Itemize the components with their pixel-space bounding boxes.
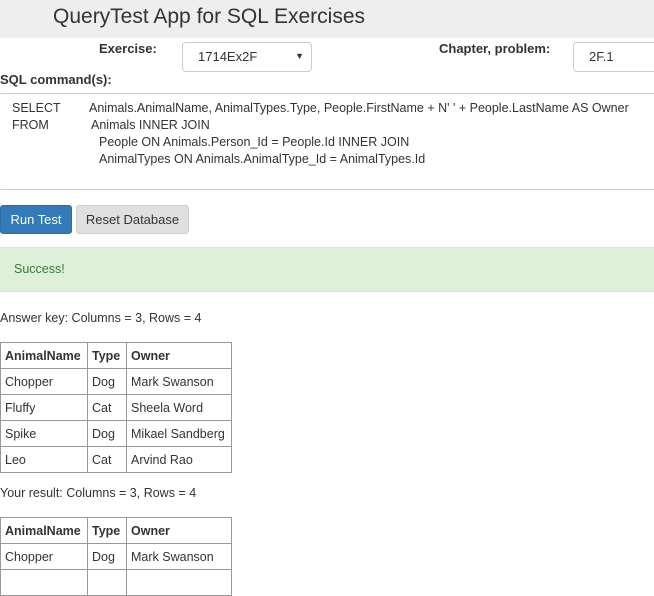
- table-cell: Spike: [0, 420, 88, 447]
- sql-line-join-people: People ON Animals.Person_Id = People.Id …: [99, 135, 410, 149]
- table-row: Leo Cat Arvind Rao: [0, 446, 232, 473]
- column-header: Type: [87, 342, 127, 369]
- table-cell: [87, 569, 127, 596]
- success-alert-text: Success!: [14, 262, 65, 276]
- table-cell: Mikael Sandberg: [126, 420, 232, 447]
- answer-key-table: AnimalName Type Owner Chopper Dog Mark S…: [0, 342, 232, 473]
- table-cell: Arvind Rao: [126, 446, 232, 473]
- chapter-problem-input[interactable]: 2F.1: [573, 42, 654, 72]
- exercise-select[interactable]: 1714Ex2F ▼: [182, 42, 312, 72]
- table-header-row: AnimalName Type Owner: [0, 517, 232, 544]
- table-cell: Dog: [87, 368, 127, 395]
- sql-command-textarea[interactable]: SELECT Animals.AnimalName, AnimalTypes.T…: [0, 93, 654, 190]
- sql-line-select: Animals.AnimalName, AnimalTypes.Type, Pe…: [89, 101, 629, 115]
- table-cell: Dog: [87, 420, 127, 447]
- table-row: Fluffy Cat Sheela Word: [0, 394, 232, 421]
- table-cell: Leo: [0, 446, 88, 473]
- your-result-summary: Your result: Columns = 3, Rows = 4: [0, 486, 197, 500]
- chevron-down-icon: ▼: [295, 51, 304, 61]
- app-title: QueryTest App for SQL Exercises: [53, 5, 366, 28]
- table-row: [0, 569, 232, 596]
- table-row: Spike Dog Mikael Sandberg: [0, 420, 232, 447]
- success-alert: Success!: [0, 247, 654, 292]
- sql-keyword-select: SELECT: [12, 101, 61, 115]
- exercise-select-value: 1714Ex2F: [198, 49, 258, 64]
- reset-database-button[interactable]: Reset Database: [76, 205, 189, 234]
- column-header: Owner: [126, 342, 232, 369]
- table-cell: [0, 569, 88, 596]
- table-row: Chopper Dog Mark Swanson: [0, 543, 232, 570]
- sql-line-from: Animals INNER JOIN: [91, 118, 210, 132]
- chapter-problem-value: 2F.1: [589, 49, 614, 64]
- run-test-button[interactable]: Run Test: [0, 205, 72, 234]
- column-header: AnimalName: [0, 342, 88, 369]
- app-header: QueryTest App for SQL Exercises: [0, 0, 654, 38]
- table-cell: [126, 569, 232, 596]
- table-cell: Cat: [87, 394, 127, 421]
- column-header: Owner: [126, 517, 232, 544]
- sql-commands-label: SQL command(s):: [0, 72, 112, 87]
- your-result-table: AnimalName Type Owner Chopper Dog Mark S…: [0, 517, 232, 596]
- table-cell: Mark Swanson: [126, 543, 232, 570]
- chapter-problem-label: Chapter, problem:: [439, 41, 551, 56]
- table-header-row: AnimalName Type Owner: [0, 342, 232, 369]
- table-cell: Dog: [87, 543, 127, 570]
- exercise-label: Exercise:: [99, 41, 157, 56]
- table-cell: Fluffy: [0, 394, 88, 421]
- table-cell: Mark Swanson: [126, 368, 232, 395]
- sql-keyword-from: FROM: [12, 118, 49, 132]
- sql-line-join-animaltypes: AnimalTypes ON Animals.AnimalType_Id = A…: [99, 152, 426, 166]
- table-cell: Chopper: [0, 543, 88, 570]
- answer-key-summary: Answer key: Columns = 3, Rows = 4: [0, 311, 202, 325]
- table-cell: Chopper: [0, 368, 88, 395]
- column-header: AnimalName: [0, 517, 88, 544]
- table-row: Chopper Dog Mark Swanson: [0, 368, 232, 395]
- column-header: Type: [87, 517, 127, 544]
- table-cell: Cat: [87, 446, 127, 473]
- table-cell: Sheela Word: [126, 394, 232, 421]
